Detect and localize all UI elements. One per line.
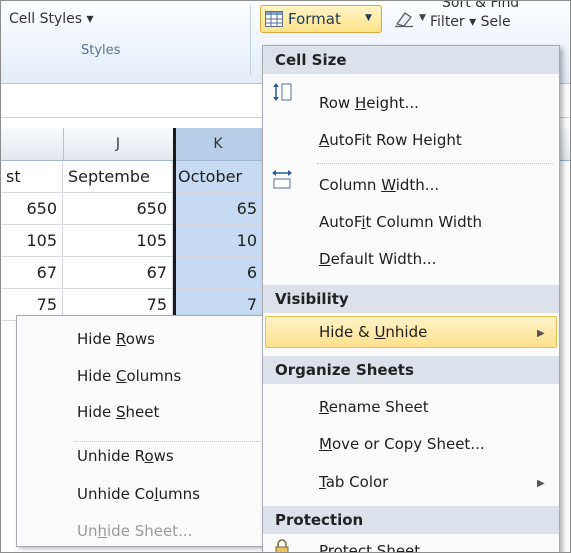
section-header-visibility: Visibility xyxy=(263,285,559,313)
section-header-organize-sheets: Organize Sheets xyxy=(263,356,559,384)
column-header-k[interactable]: K xyxy=(173,128,264,160)
menu-item-hide-rows[interactable]: Hide Rows xyxy=(77,330,155,348)
grid-cell[interactable]: 105 xyxy=(1,225,63,257)
format-cells-icon xyxy=(265,11,283,27)
grid-cell-selected[interactable]: October xyxy=(173,161,263,193)
grid-cell[interactable]: 67 xyxy=(63,257,173,289)
format-button-label: Format xyxy=(288,10,341,28)
sort-filter-label[interactable]: Filter ▾ Sele xyxy=(430,14,511,30)
selection-border xyxy=(173,128,176,328)
menu-item-hide-columns[interactable]: Hide Columns xyxy=(77,367,181,385)
grid-cell[interactable]: 650 xyxy=(1,193,63,225)
format-dropdown-menu: Cell Size Row Height... AutoFit Row Heig… xyxy=(262,45,560,552)
menu-item-tab-color[interactable]: Tab Color xyxy=(319,473,388,491)
column-header-j[interactable]: J xyxy=(63,128,174,160)
grid-cell[interactable]: 105 xyxy=(63,225,173,257)
section-header-protection: Protection xyxy=(263,506,559,534)
group-separator xyxy=(250,5,251,75)
screenshot-frame: Cell Styles ▾ Styles Format ▼ ▼ Sort & F… xyxy=(0,0,571,553)
menu-item-autofit-row-height[interactable]: AutoFit Row Height xyxy=(319,131,462,149)
menu-separator xyxy=(75,441,261,442)
submenu-arrow-icon: ▶ xyxy=(537,328,545,339)
cell-styles-button[interactable]: Cell Styles ▾ xyxy=(9,11,94,27)
grid-cell-selected[interactable]: 6 xyxy=(173,257,263,289)
grid-cell-selected[interactable]: 65 xyxy=(173,193,263,225)
menu-item-unhide-sheet: Unhide Sheet... xyxy=(77,522,193,540)
format-button[interactable]: Format ▼ xyxy=(260,5,382,33)
menu-item-rename-sheet[interactable]: Rename Sheet xyxy=(319,398,429,416)
hide-unhide-submenu: Hide Rows Hide Columns Hide Sheet Unhide… xyxy=(16,315,268,547)
section-header-cell-size: Cell Size xyxy=(263,46,559,74)
styles-group-label: Styles xyxy=(81,43,121,58)
column-width-icon xyxy=(272,170,292,189)
row-height-icon xyxy=(273,83,292,101)
menu-item-row-height[interactable]: Row Height... xyxy=(319,94,419,112)
menu-item-unhide-columns[interactable]: Unhide Columns xyxy=(77,485,200,503)
menu-item-column-width[interactable]: Column Width... xyxy=(319,176,439,194)
menu-item-autofit-column-width[interactable]: AutoFit Column Width xyxy=(319,213,482,231)
grid-cell[interactable]: st xyxy=(1,161,63,193)
sort-find-label[interactable]: Sort & Find xyxy=(442,1,519,11)
grid-cell[interactable]: 650 xyxy=(63,193,173,225)
chevron-down-icon: ▼ xyxy=(365,13,372,23)
menu-separator xyxy=(317,163,553,164)
grid-cell[interactable]: Septembe xyxy=(63,161,173,193)
menu-item-hide-sheet[interactable]: Hide Sheet xyxy=(77,403,159,421)
column-header-i[interactable] xyxy=(1,128,64,160)
grid-cell[interactable]: 67 xyxy=(1,257,63,289)
menu-item-unhide-rows[interactable]: Unhide Rows xyxy=(77,447,174,465)
eraser-icon[interactable] xyxy=(393,10,415,28)
grid-cell-selected[interactable]: 10 xyxy=(173,225,263,257)
lock-icon xyxy=(275,539,289,552)
menu-item-default-width[interactable]: Default Width... xyxy=(319,250,436,268)
chevron-down-icon: ▼ xyxy=(419,13,426,23)
submenu-arrow-icon: ▶ xyxy=(537,478,545,489)
menu-item-hide-unhide[interactable]: Hide & Unhide xyxy=(319,323,427,341)
menu-item-protect-sheet[interactable]: Protect Sheet... xyxy=(319,542,434,552)
menu-item-move-copy-sheet[interactable]: Move or Copy Sheet... xyxy=(319,435,485,453)
